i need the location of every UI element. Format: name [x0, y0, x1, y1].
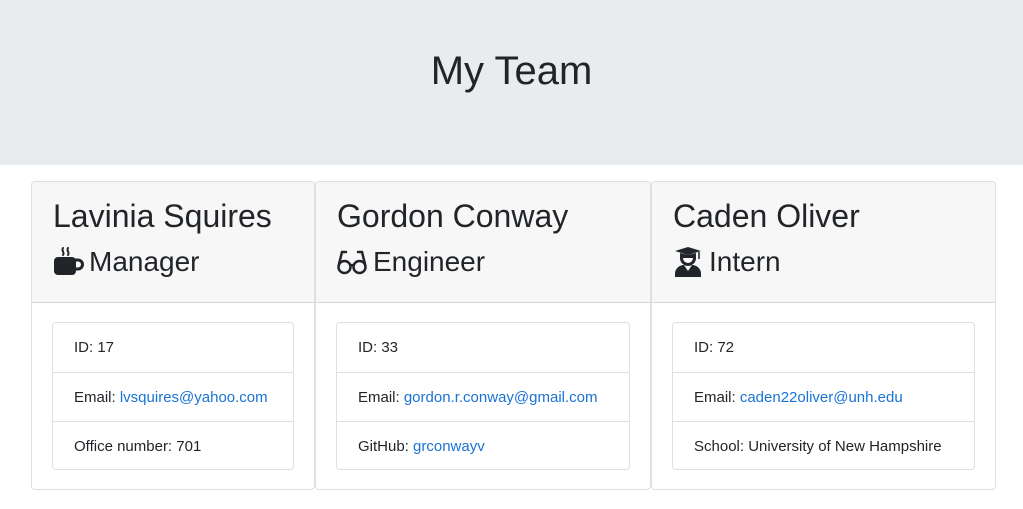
employee-role: Engineer [336, 245, 485, 279]
email-link[interactable]: gordon.r.conway@gmail.com [404, 389, 598, 406]
employee-role: Manager [52, 245, 200, 279]
email-link[interactable]: lvsquires@yahoo.com [120, 389, 268, 406]
list-item-email: Email: lvsquires@yahoo.com [53, 372, 293, 421]
list-item-email: Email: caden22oliver@unh.edu [673, 372, 974, 421]
card-header: Gordon Conway Engineer [316, 182, 650, 303]
email-label: Email: [74, 389, 120, 406]
github-link[interactable]: grconwayv [413, 438, 485, 455]
page-header: My Team [0, 0, 1023, 165]
email-label: Email: [694, 389, 740, 406]
employee-role: Intern [672, 245, 781, 279]
employee-card-intern: Caden Oliver Intern ID: 72 Email: caden2… [651, 181, 996, 490]
github-label: GitHub: [358, 438, 414, 455]
details-list: ID: 17 Email: lvsquires@yahoo.com Office… [52, 322, 294, 470]
employee-name: Lavinia Squires [53, 198, 272, 234]
list-item-id: ID: 17 [74, 339, 115, 356]
page-title: My Team [430, 49, 593, 93]
role-label: Manager [89, 246, 200, 277]
graduate-icon [672, 246, 704, 278]
coffee-mug-icon [52, 246, 84, 278]
list-item-school: School: University of New Hampshire [673, 421, 974, 470]
list-item-github: GitHub: grconwayv [337, 421, 629, 470]
card-header: Lavinia Squires Manager [32, 182, 314, 303]
role-label: Intern [709, 246, 781, 277]
employee-card-engineer: Gordon Conway Engineer ID: 33 Email: gor… [315, 181, 651, 490]
email-link[interactable]: caden22oliver@unh.edu [740, 389, 903, 406]
role-label: Engineer [373, 246, 486, 277]
list-item-office-number: Office number: 701 [53, 421, 293, 470]
list-item-email: Email: gordon.r.conway@gmail.com [337, 372, 629, 421]
details-list: ID: 72 Email: caden22oliver@unh.edu Scho… [672, 322, 975, 470]
employee-name: Caden Oliver [673, 198, 860, 234]
details-list: ID: 33 Email: gordon.r.conway@gmail.com … [336, 322, 630, 470]
card-header: Caden Oliver Intern [652, 182, 995, 303]
email-label: Email: [358, 389, 404, 406]
employee-card-manager: Lavinia Squires Manager ID: 17 Email: lv… [31, 181, 315, 490]
employee-name: Gordon Conway [337, 198, 569, 234]
list-item-id: ID: 72 [694, 339, 735, 356]
glasses-icon [336, 246, 368, 278]
list-item-id: ID: 33 [358, 339, 399, 356]
